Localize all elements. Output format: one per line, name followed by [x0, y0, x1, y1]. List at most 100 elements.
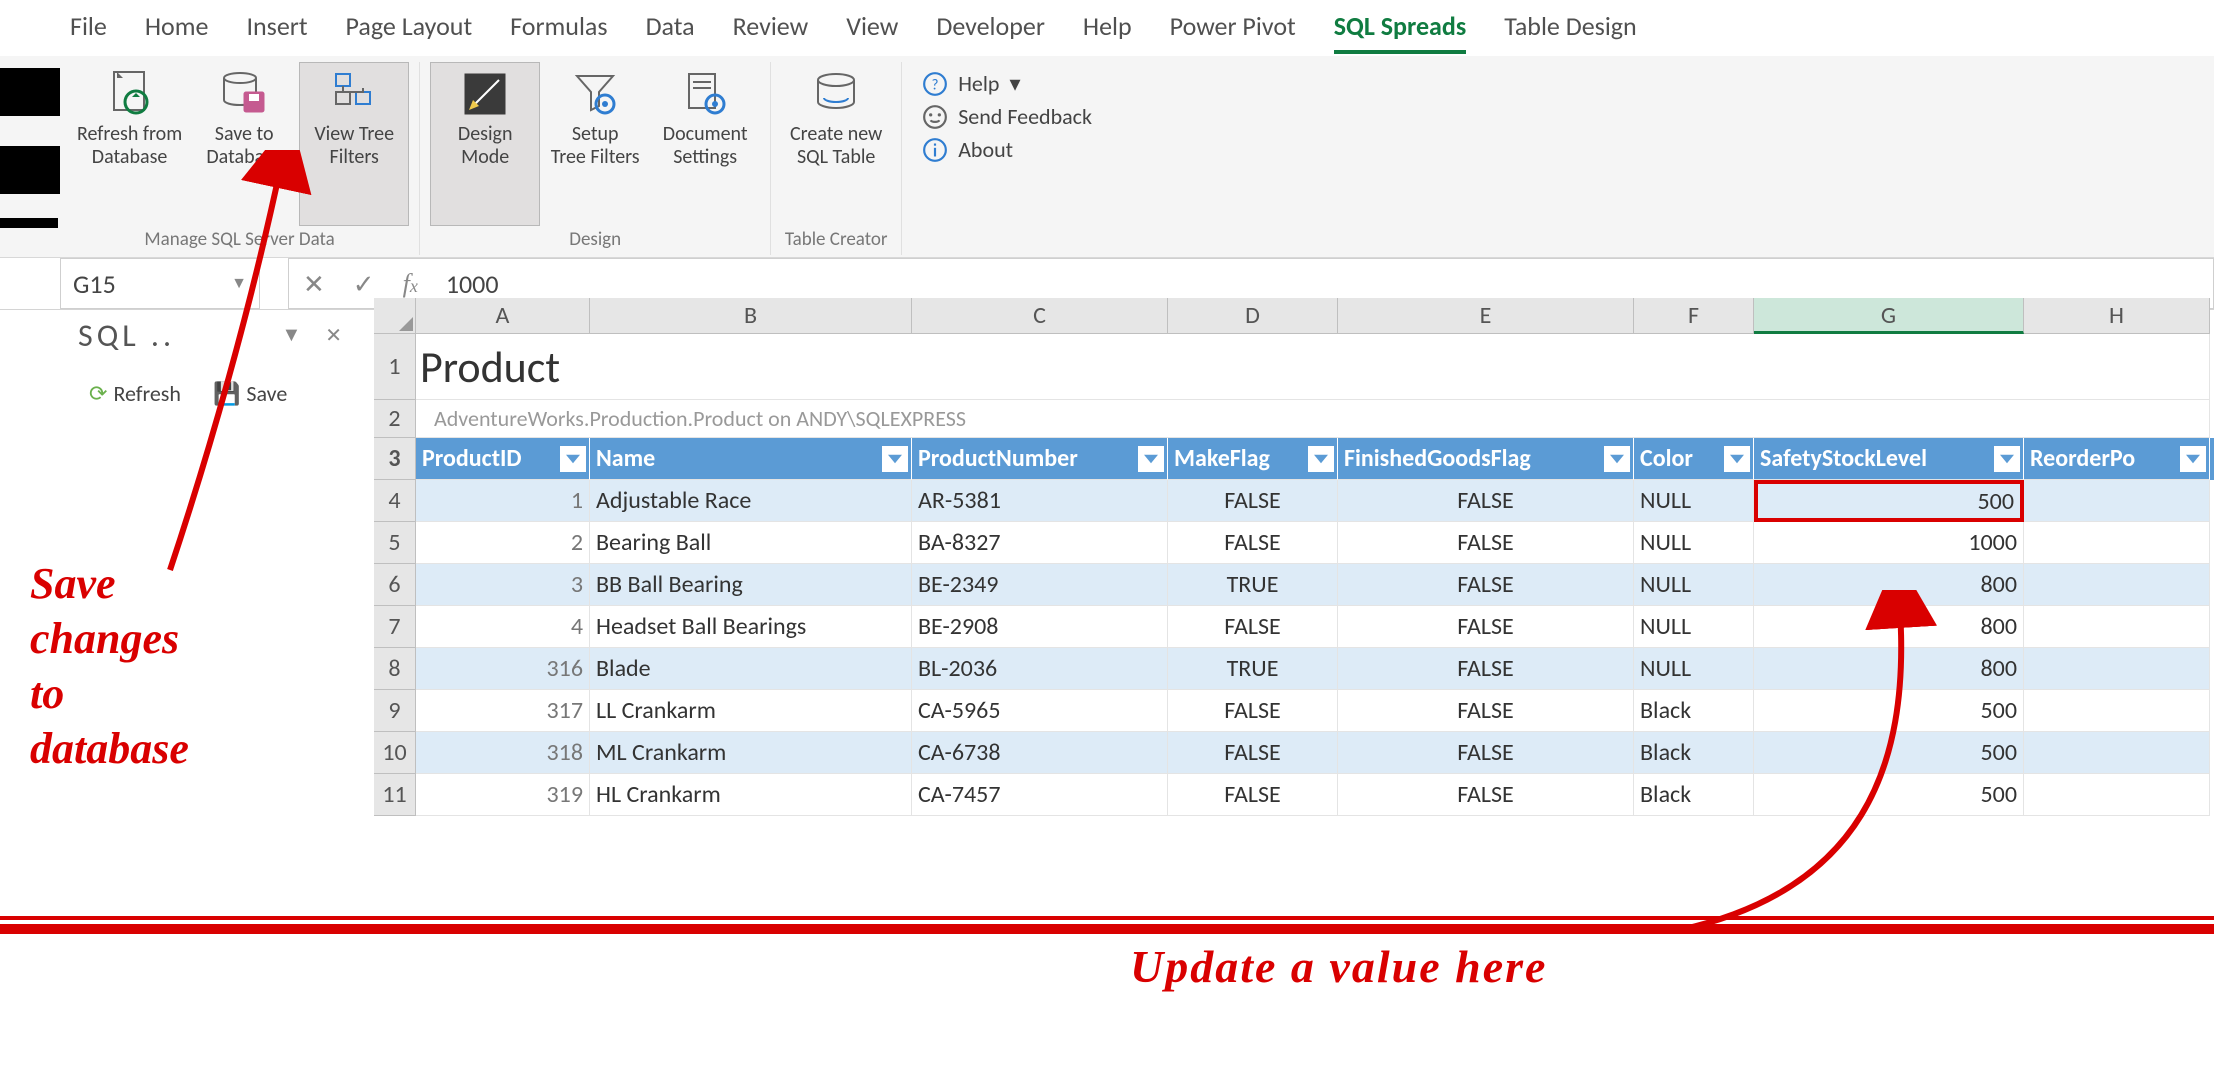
- chevron-down-icon[interactable]: ▼: [231, 274, 247, 293]
- ribbon-tab-data[interactable]: Data: [646, 6, 695, 54]
- row-header[interactable]: 3: [374, 438, 416, 480]
- cell-reorder[interactable]: [2024, 774, 2210, 816]
- ribbon-tab-help[interactable]: Help: [1083, 6, 1132, 54]
- ribbon-tab-sql-spreads[interactable]: SQL Spreads: [1334, 6, 1466, 54]
- ribbon-tab-view[interactable]: View: [846, 6, 898, 54]
- cell-productid[interactable]: 317: [416, 690, 590, 732]
- row-header[interactable]: 9: [374, 690, 416, 732]
- cell-finishedgoodsflag[interactable]: FALSE: [1338, 522, 1634, 564]
- cell-productid[interactable]: 318: [416, 732, 590, 774]
- table-header-color[interactable]: Color: [1634, 438, 1754, 480]
- document-settings-button[interactable]: Document Settings: [650, 62, 760, 226]
- cell-safetystocklevel[interactable]: 500: [1754, 480, 2024, 522]
- filter-dropdown-icon[interactable]: [2180, 446, 2206, 472]
- cell-productid[interactable]: 4: [416, 606, 590, 648]
- cell-safetystocklevel[interactable]: 500: [1754, 690, 2024, 732]
- cell-makeflag[interactable]: TRUE: [1168, 648, 1338, 690]
- cell-name[interactable]: Bearing Ball: [590, 522, 912, 564]
- ribbon-tab-review[interactable]: Review: [733, 6, 809, 54]
- setup-tree-filters-button[interactable]: Setup Tree Filters: [540, 62, 650, 226]
- cell-productnumber[interactable]: AR-5381: [912, 480, 1168, 522]
- about-link[interactable]: About: [918, 134, 1096, 165]
- cell-safetystocklevel[interactable]: 800: [1754, 606, 2024, 648]
- ribbon-tab-file[interactable]: File: [70, 6, 107, 54]
- cell-reorder[interactable]: [2024, 606, 2210, 648]
- table-header-reorderpo[interactable]: ReorderPo: [2024, 438, 2210, 480]
- view-tree-filters-button[interactable]: View Tree Filters: [299, 62, 409, 226]
- create-new-sql-table-button[interactable]: Create new SQL Table: [781, 62, 891, 226]
- cell-safetystocklevel[interactable]: 500: [1754, 774, 2024, 816]
- filter-dropdown-icon[interactable]: [1308, 446, 1334, 472]
- cell-safetystocklevel[interactable]: 800: [1754, 564, 2024, 606]
- ribbon-tab-table-design[interactable]: Table Design: [1504, 6, 1637, 54]
- cell-finishedgoodsflag[interactable]: FALSE: [1338, 732, 1634, 774]
- title-cell[interactable]: Product: [416, 334, 2210, 400]
- cancel-icon[interactable]: ✕: [303, 268, 325, 300]
- filter-dropdown-icon[interactable]: [1138, 446, 1164, 472]
- row-header[interactable]: 2: [374, 400, 416, 438]
- enter-check-icon[interactable]: ✓: [353, 268, 375, 300]
- fx-icon[interactable]: fx: [403, 269, 418, 299]
- cell-name[interactable]: Blade: [590, 648, 912, 690]
- col-header-C[interactable]: C: [912, 298, 1168, 334]
- close-icon[interactable]: ✕: [325, 323, 346, 348]
- cell-productid[interactable]: 3: [416, 564, 590, 606]
- cell-makeflag[interactable]: FALSE: [1168, 690, 1338, 732]
- table-header-name[interactable]: Name: [590, 438, 912, 480]
- cell-makeflag[interactable]: FALSE: [1168, 522, 1338, 564]
- cell-reorder[interactable]: [2024, 522, 2210, 564]
- row-header[interactable]: 11: [374, 774, 416, 816]
- cell-finishedgoodsflag[interactable]: FALSE: [1338, 648, 1634, 690]
- cell-color[interactable]: NULL: [1634, 648, 1754, 690]
- cell-finishedgoodsflag[interactable]: FALSE: [1338, 564, 1634, 606]
- cell-makeflag[interactable]: FALSE: [1168, 774, 1338, 816]
- cell-color[interactable]: Black: [1634, 690, 1754, 732]
- cell-reorder[interactable]: [2024, 564, 2210, 606]
- cell-name[interactable]: HL Crankarm: [590, 774, 912, 816]
- help-link[interactable]: ? Help ▾: [918, 68, 1096, 99]
- filter-dropdown-icon[interactable]: [882, 446, 908, 472]
- cell-reorder[interactable]: [2024, 732, 2210, 774]
- cell-safetystocklevel[interactable]: 1000: [1754, 522, 2024, 564]
- cell-color[interactable]: NULL: [1634, 564, 1754, 606]
- row-header[interactable]: 6: [374, 564, 416, 606]
- cell-finishedgoodsflag[interactable]: FALSE: [1338, 480, 1634, 522]
- panel-save-button[interactable]: 💾 Save: [202, 373, 298, 414]
- cell-productid[interactable]: 316: [416, 648, 590, 690]
- col-header-G[interactable]: G: [1754, 298, 2024, 334]
- row-header[interactable]: 8: [374, 648, 416, 690]
- cell-name[interactable]: LL Crankarm: [590, 690, 912, 732]
- spreadsheet[interactable]: ABCDEFGH 1Product2AdventureWorks.Product…: [374, 298, 2214, 1069]
- table-header-finishedgoodsflag[interactable]: FinishedGoodsFlag: [1338, 438, 1634, 480]
- cell-color[interactable]: Black: [1634, 774, 1754, 816]
- ribbon-tab-insert[interactable]: Insert: [246, 6, 307, 54]
- cell-name[interactable]: Adjustable Race: [590, 480, 912, 522]
- cell-finishedgoodsflag[interactable]: FALSE: [1338, 606, 1634, 648]
- table-header-makeflag[interactable]: MakeFlag: [1168, 438, 1338, 480]
- row-header[interactable]: 4: [374, 480, 416, 522]
- cell-safetystocklevel[interactable]: 800: [1754, 648, 2024, 690]
- cell-name[interactable]: BB Ball Bearing: [590, 564, 912, 606]
- cell-makeflag[interactable]: TRUE: [1168, 564, 1338, 606]
- cell-productnumber[interactable]: BE-2908: [912, 606, 1168, 648]
- cell-makeflag[interactable]: FALSE: [1168, 606, 1338, 648]
- col-header-H[interactable]: H: [2024, 298, 2210, 334]
- row-header[interactable]: 5: [374, 522, 416, 564]
- cell-name[interactable]: ML Crankarm: [590, 732, 912, 774]
- table-header-productid[interactable]: ProductID: [416, 438, 590, 480]
- cell-productid[interactable]: 319: [416, 774, 590, 816]
- col-header-A[interactable]: A: [416, 298, 590, 334]
- panel-refresh-button[interactable]: ⟳ Refresh: [78, 373, 192, 414]
- cell-finishedgoodsflag[interactable]: FALSE: [1338, 690, 1634, 732]
- cell-name[interactable]: Headset Ball Bearings: [590, 606, 912, 648]
- col-header-E[interactable]: E: [1338, 298, 1634, 334]
- ribbon-tab-page-layout[interactable]: Page Layout: [346, 6, 473, 54]
- table-header-safetystocklevel[interactable]: SafetyStockLevel: [1754, 438, 2024, 480]
- filter-dropdown-icon[interactable]: [560, 446, 586, 472]
- cell-finishedgoodsflag[interactable]: FALSE: [1338, 774, 1634, 816]
- cell-productnumber[interactable]: BL-2036: [912, 648, 1168, 690]
- col-header-B[interactable]: B: [590, 298, 912, 334]
- save-to-db-button[interactable]: Save to Database: [189, 62, 299, 226]
- ribbon-tab-home[interactable]: Home: [145, 6, 209, 54]
- subtitle-cell[interactable]: AdventureWorks.Production.Product on AND…: [416, 400, 2210, 438]
